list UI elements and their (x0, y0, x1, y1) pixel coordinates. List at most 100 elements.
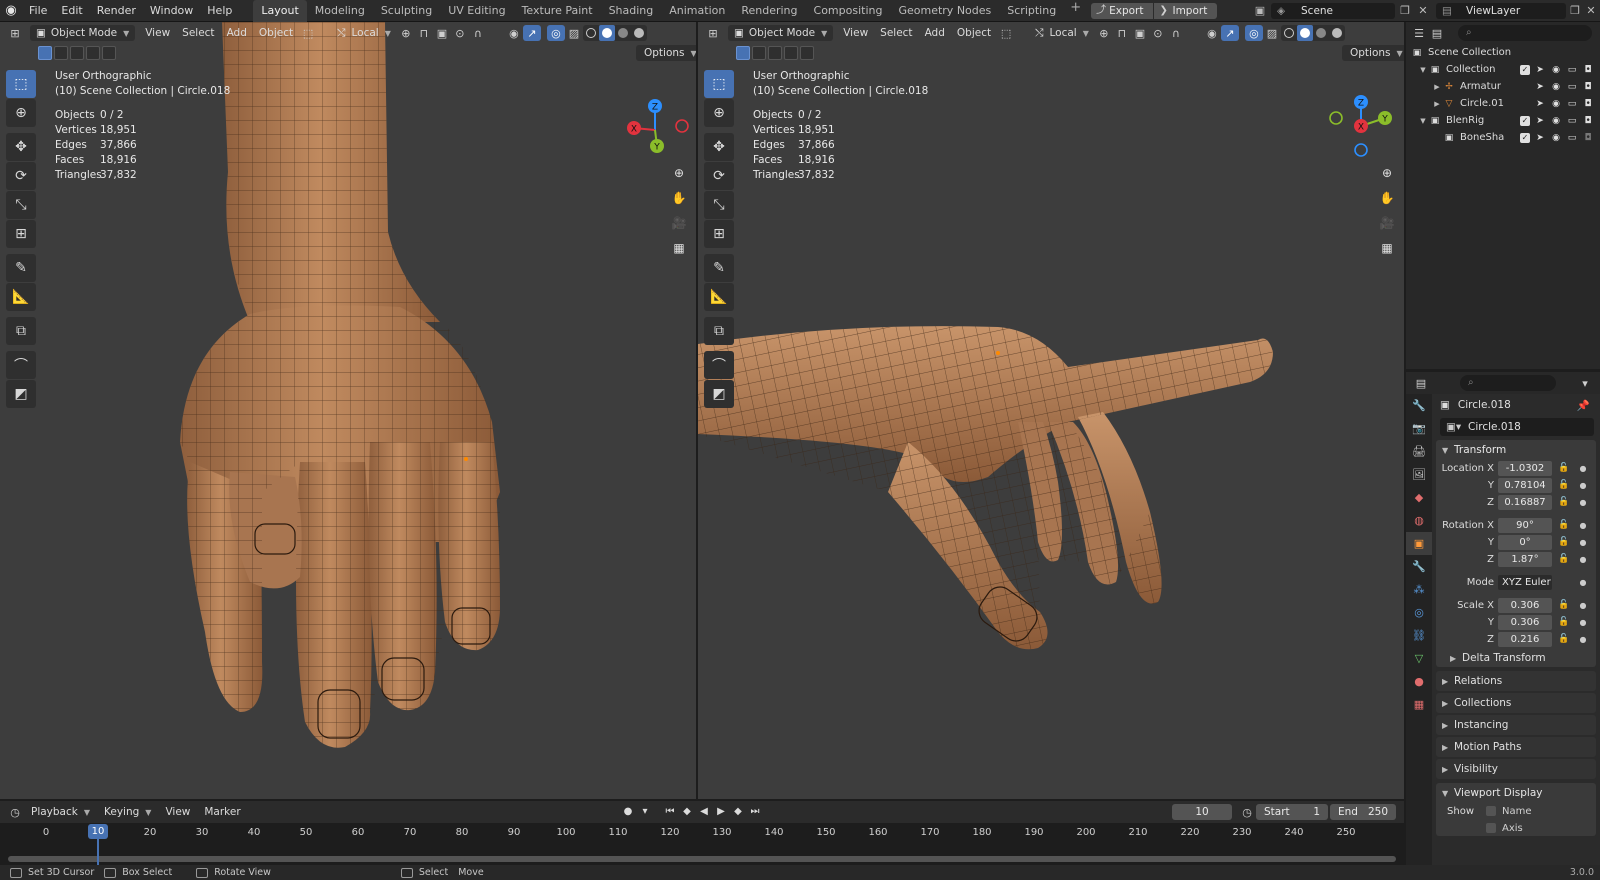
world-tab-icon[interactable]: ◍ (1406, 509, 1432, 532)
pivot-point-icon[interactable]: ⊕ (397, 25, 415, 41)
mode-dropdown[interactable]: ▣ Object Mode ▼ (30, 25, 136, 41)
tool-tab-icon[interactable]: 🔧 (1406, 394, 1432, 417)
keyframe-dot-icon[interactable]: ● (1578, 481, 1588, 490)
select-invert-icon[interactable] (784, 46, 798, 60)
pan-hand-icon[interactable]: ✋ (1376, 187, 1398, 209)
output-tab-icon[interactable]: 🖨 (1406, 440, 1432, 463)
texture-tab-icon[interactable]: ▦ (1406, 693, 1432, 716)
mode-dropdown[interactable]: ▣ Object Mode ▼ (728, 25, 834, 41)
falloff-icon[interactable]: ∩ (1167, 25, 1185, 41)
rendered-shading-icon[interactable] (631, 25, 647, 41)
zoom-icon[interactable]: ⊕ (1376, 162, 1398, 184)
lock-icon[interactable]: 🔓 (1556, 520, 1572, 530)
menu-view[interactable]: View (139, 25, 176, 41)
snap-target-icon[interactable]: ▣ (433, 25, 451, 41)
tab-scripting[interactable]: Scripting (999, 0, 1064, 22)
include-checkbox[interactable]: ✓ (1520, 115, 1530, 126)
remove-scene-icon[interactable]: ✕ (1416, 3, 1430, 19)
visibility-icon[interactable]: ◉ (1203, 25, 1221, 41)
menu-marker[interactable]: Marker (197, 806, 247, 818)
move-tool-icon[interactable]: ✥ (704, 133, 734, 161)
rotation-x-field[interactable]: 90° (1498, 517, 1552, 533)
expand-down-icon[interactable]: ▼ (1418, 66, 1428, 74)
grid-ortho-icon[interactable]: ▦ (1376, 237, 1398, 259)
new-scene-icon[interactable]: ❐ (1398, 3, 1412, 19)
curve-tool-icon[interactable]: ⌒ (704, 351, 734, 379)
editor-type-icon[interactable]: ◷ (6, 804, 24, 820)
eye-icon[interactable]: ◉ (1550, 64, 1562, 76)
pivot-point-icon[interactable]: ⊕ (1095, 25, 1113, 41)
lock-icon[interactable]: 🔓 (1556, 497, 1572, 507)
record-icon[interactable]: ● (620, 804, 636, 820)
lock-icon[interactable]: 🔓 (1556, 480, 1572, 490)
viewport-left[interactable]: ⊞ ▣ Object Mode ▼ View Select Add Object ⬚… (0, 22, 696, 799)
lock-icon[interactable]: 🔓 (1556, 537, 1572, 547)
editor-type-icon[interactable]: ☰ (1410, 25, 1428, 41)
rotation-y-field[interactable]: 0° (1498, 534, 1552, 550)
outliner-search-input[interactable]: ⌕ (1458, 25, 1592, 41)
select-new-icon[interactable] (38, 46, 52, 60)
lock-icon[interactable]: 🔓 (1556, 617, 1572, 627)
menu-add[interactable]: Add (221, 25, 253, 41)
timeline-ruler[interactable]: 0 10 20 30 40 50 60 70 80 90 100 110 120 130 140 150 160… (0, 823, 1404, 865)
location-y-field[interactable]: 0.78104 (1498, 477, 1552, 493)
current-frame-marker[interactable]: 10 (88, 824, 108, 839)
pin-icon[interactable]: 📌 (1577, 399, 1590, 412)
select-subtract-icon[interactable] (768, 46, 782, 60)
select-arrow-icon[interactable]: ➤ (1534, 64, 1546, 76)
keyframe-dot-icon[interactable]: ● (1578, 555, 1588, 564)
grid-ortho-icon[interactable]: ▦ (668, 237, 690, 259)
object-tab-icon[interactable]: ▣ (1406, 532, 1432, 555)
start-frame-field[interactable]: Start 1 (1256, 804, 1328, 820)
keyframe-dot-icon[interactable]: ● (1578, 635, 1588, 644)
expand-right-icon[interactable]: ▶ (1432, 100, 1442, 108)
end-frame-field[interactable]: End 250 (1330, 804, 1396, 820)
select-intersect-icon[interactable] (800, 46, 814, 60)
constraints-tab-icon[interactable]: ⛓ (1406, 624, 1432, 647)
show-name-checkbox[interactable] (1486, 806, 1496, 816)
menu-window[interactable]: Window (143, 0, 200, 22)
snap-icon[interactable]: ⊓ (1113, 25, 1131, 41)
gizmo-neg-y[interactable] (1329, 111, 1343, 125)
editor-type-icon[interactable]: ⊞ (704, 25, 722, 41)
render-camera-icon[interactable]: ◘ (1582, 64, 1594, 76)
view-layer-tab-icon[interactable]: 🖼 (1406, 463, 1432, 486)
cursor-tool-icon[interactable]: ⊕ (704, 99, 734, 127)
blender-logo-icon[interactable]: ◉ (0, 0, 22, 22)
tab-geometry-nodes[interactable]: Geometry Nodes (890, 0, 999, 22)
jump-next-keyframe-icon[interactable]: ◆ (730, 804, 746, 820)
scene-tab-icon[interactable]: ◆ (1406, 486, 1432, 509)
menu-object[interactable]: Object (253, 25, 299, 41)
new-viewlayer-icon[interactable]: ❐ (1568, 3, 1582, 19)
tree-row-scene-collection[interactable]: ▣ Scene Collection (1406, 44, 1600, 61)
pan-hand-icon[interactable]: ✋ (668, 187, 690, 209)
select-intersect-icon[interactable] (102, 46, 116, 60)
wireframe-shading-icon[interactable] (1281, 25, 1297, 41)
keyframe-dot-icon[interactable]: ● (1578, 498, 1588, 507)
select-arrow-icon[interactable]: ➤ (1534, 115, 1546, 127)
add-cube-tool-icon[interactable]: ⧉ (6, 317, 36, 345)
transform-pivot-icon[interactable]: ⬚ (299, 25, 317, 41)
play-icon[interactable]: ▶ (713, 804, 729, 820)
rotation-z-field[interactable]: 1.87° (1498, 551, 1552, 567)
menu-select[interactable]: Select (176, 25, 220, 41)
modifier-tab-icon[interactable]: 🔧 (1406, 555, 1432, 578)
tab-texture-paint[interactable]: Texture Paint (514, 0, 601, 22)
navigation-gizmo[interactable]: Z Y X (1326, 88, 1398, 160)
delta-transform-subpanel[interactable]: ▶ Delta Transform (1450, 649, 1588, 667)
annotate-tool-icon[interactable]: ✎ (6, 254, 36, 282)
particles-tab-icon[interactable]: ⁂ (1406, 578, 1432, 601)
transform-panel-header[interactable]: ▼ Transform (1436, 440, 1596, 460)
scale-z-field[interactable]: 0.216 (1498, 631, 1552, 647)
motion-paths-panel[interactable]: ▶ Motion Paths (1436, 737, 1596, 757)
viewport-right[interactable]: ⊞ ▣ Object Mode ▼ View Select Add Object ⬚… (698, 22, 1404, 799)
scale-y-field[interactable]: 0.306 (1498, 614, 1552, 630)
viewlayer-field[interactable]: ▤ ViewLayer (1436, 3, 1566, 19)
tree-row-armature[interactable]: ▶ ✢ Armatur ➤ ◉ ▭ ◘ (1406, 78, 1600, 95)
eye-icon[interactable]: ◉ (1550, 81, 1562, 93)
tab-sculpting[interactable]: Sculpting (373, 0, 440, 22)
transform-tool-icon[interactable]: ⊞ (704, 220, 734, 248)
tab-layout[interactable]: Layout (253, 0, 307, 22)
menu-render[interactable]: Render (90, 0, 143, 22)
render-camera-icon[interactable]: ◘ (1582, 98, 1594, 110)
